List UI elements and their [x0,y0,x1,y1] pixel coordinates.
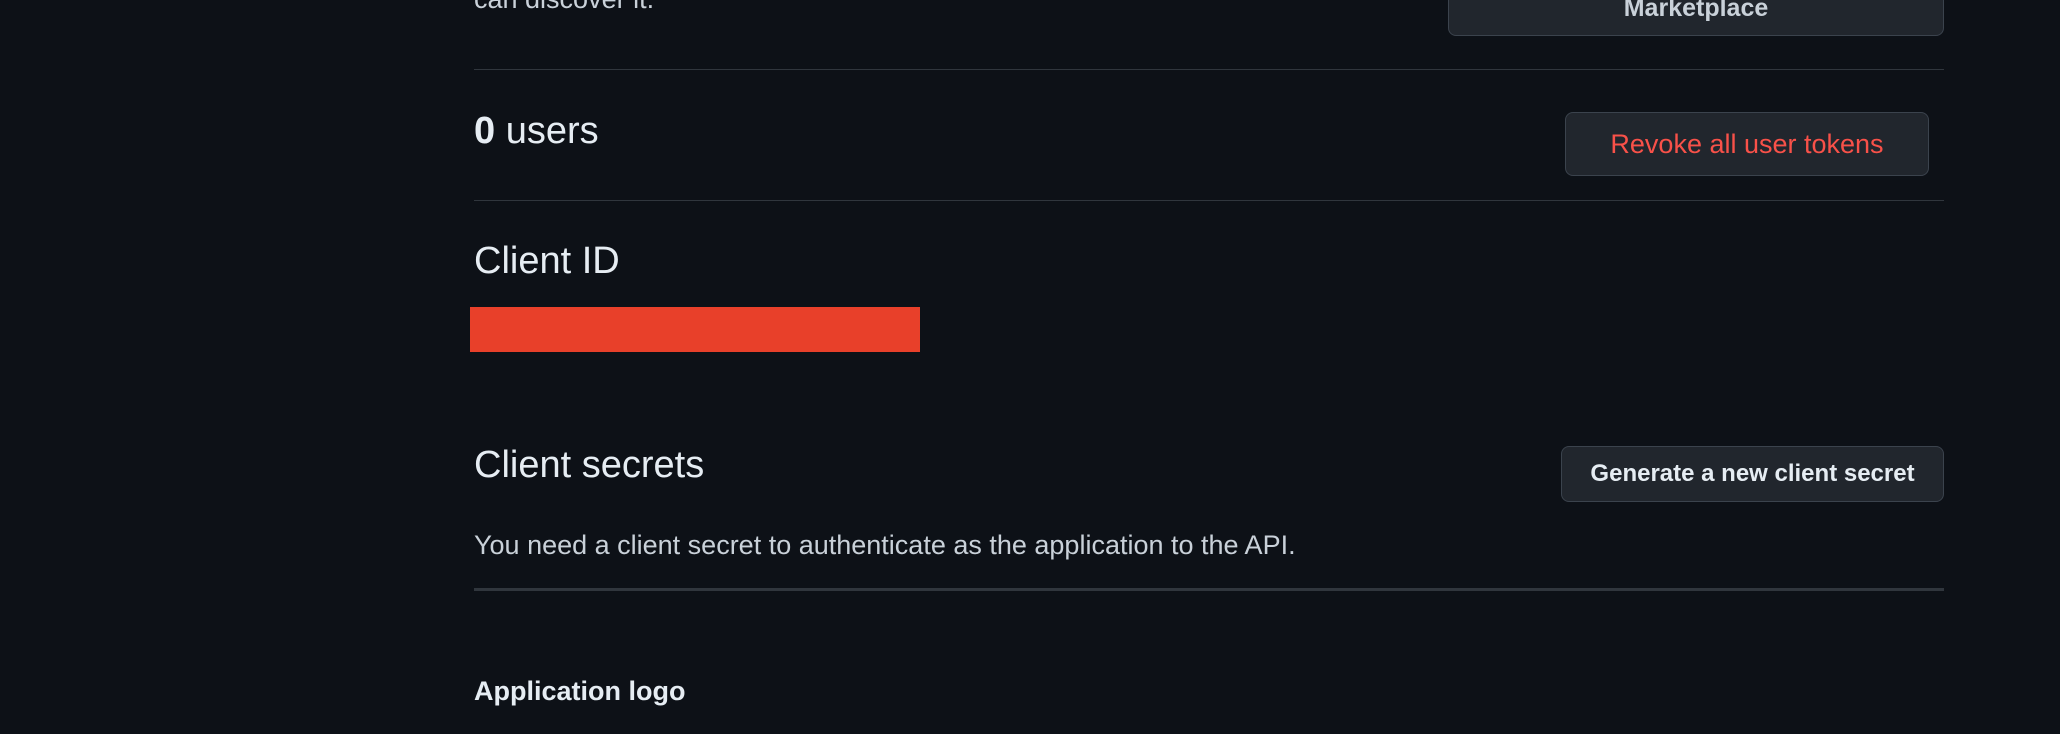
generate-client-secret-button[interactable]: Generate a new client secret [1561,446,1944,502]
client-secrets-heading: Client secrets [474,444,705,486]
client-secrets-description: You need a client secret to authenticate… [474,530,1296,560]
intro-text: can discover it. [474,0,654,15]
settings-content: can discover it. Marketplace 0 users Rev… [470,0,1944,734]
revoke-all-user-tokens-button[interactable]: Revoke all user tokens [1565,112,1929,176]
section-divider [474,588,1944,591]
application-logo-heading: Application logo [474,676,686,706]
marketplace-button[interactable]: Marketplace [1448,0,1944,36]
users-count: 0 [474,110,496,152]
client-id-redacted-value [470,307,920,352]
section-divider [474,200,1944,201]
users-heading: 0 users [474,110,599,153]
app-settings-page: can discover it. Marketplace 0 users Rev… [0,0,2060,734]
client-id-heading: Client ID [474,240,620,282]
users-label: users [495,110,599,152]
section-divider [474,69,1944,70]
